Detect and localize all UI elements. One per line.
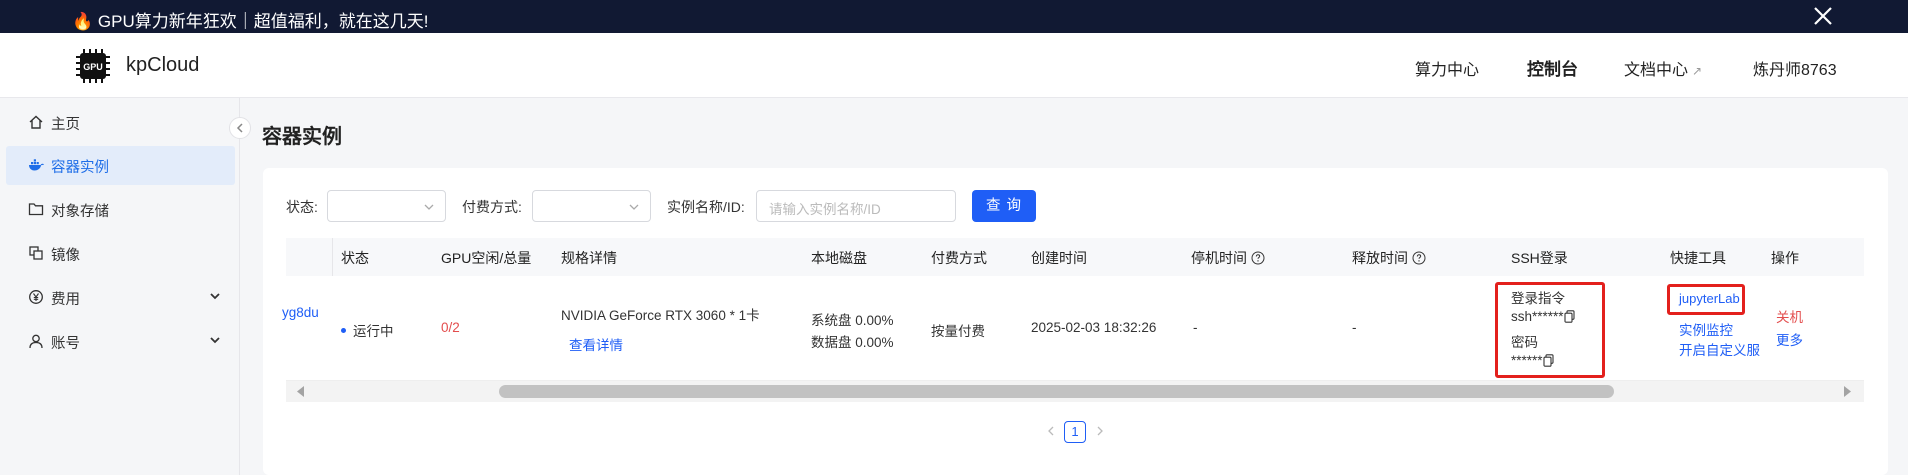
system-disk-usage: 系统盘 0.00% bbox=[811, 313, 894, 328]
name-filter-label: 实例名称/ID: bbox=[667, 199, 745, 215]
home-icon bbox=[29, 115, 43, 129]
ssh-password-label: 密码 bbox=[1511, 335, 1538, 350]
custom-service-link[interactable]: 开启自定义服 bbox=[1679, 339, 1760, 359]
created-time-cell: 2025-02-03 18:32:26 bbox=[1031, 320, 1157, 335]
sidebar-item-label: 对象存储 bbox=[51, 204, 109, 220]
ssh-command-text: ssh****** bbox=[1511, 309, 1564, 324]
sidebar-item-account[interactable]: 账号 bbox=[6, 322, 235, 361]
nav-docs[interactable]: 文档中心 ↗ bbox=[1624, 56, 1702, 80]
stop-time-cell: - bbox=[1193, 320, 1198, 335]
table-header: 状态 GPU空闲/总量 规格详情 本地磁盘 付费方式 创建时间 停机时间 释放时… bbox=[286, 238, 1864, 276]
prev-page-icon[interactable] bbox=[1045, 424, 1057, 438]
yen-icon bbox=[29, 290, 43, 304]
column-header: 付费方式 bbox=[931, 250, 987, 266]
ssh-password-text: ****** bbox=[1511, 353, 1543, 368]
help-circle-icon[interactable] bbox=[1251, 251, 1265, 265]
chevron-down-icon bbox=[629, 204, 639, 210]
more-link[interactable]: 更多 bbox=[1776, 329, 1803, 349]
top-header: GPU kpCloud 算力中心 控制台 文档中心 ↗ 炼丹师8763 bbox=[0, 33, 1908, 98]
instance-monitor-link[interactable]: 实例监控 bbox=[1679, 319, 1733, 339]
sidebar-item-label: 镜像 bbox=[51, 248, 80, 264]
ssh-command-value: ssh****** bbox=[1511, 309, 1575, 324]
sidebar-item-billing[interactable]: 费用 bbox=[6, 278, 235, 317]
nav-compute-center[interactable]: 算力中心 bbox=[1415, 56, 1479, 80]
status-cell: 运行中 bbox=[341, 320, 394, 340]
table-horizontal-scrollbar[interactable] bbox=[286, 381, 1864, 402]
sidebar-item-label: 账号 bbox=[51, 336, 80, 352]
chevron-down-icon bbox=[424, 204, 434, 210]
jupyterlab-link[interactable]: jupyterLab bbox=[1679, 291, 1740, 306]
sidebar-item-label: 主页 bbox=[51, 117, 80, 133]
column-header: 状态 bbox=[341, 250, 369, 266]
shutdown-link[interactable]: 关机 bbox=[1776, 306, 1803, 326]
ssh-command-label: 登录指令 bbox=[1511, 291, 1565, 306]
scroll-right-arrow-icon[interactable] bbox=[1842, 386, 1852, 397]
status-select[interactable] bbox=[327, 190, 446, 222]
column-header: 创建时间 bbox=[1031, 250, 1087, 266]
column-header-label: 停机时间 bbox=[1191, 250, 1247, 266]
help-circle-icon[interactable] bbox=[1412, 251, 1426, 265]
page-title: 容器实例 bbox=[262, 126, 342, 148]
column-header: SSH登录 bbox=[1511, 250, 1568, 266]
page-number-current[interactable]: 1 bbox=[1064, 421, 1086, 443]
column-header-stop-time: 停机时间 bbox=[1191, 248, 1265, 268]
container-icon bbox=[29, 159, 44, 171]
folder-icon bbox=[28, 203, 44, 216]
column-divider bbox=[332, 238, 333, 276]
scrollbar-thumb[interactable] bbox=[499, 385, 1614, 398]
logo-text: GPU bbox=[83, 62, 103, 72]
copy-icon[interactable] bbox=[1542, 354, 1554, 367]
brand-name[interactable]: kpCloud bbox=[126, 54, 199, 77]
column-header-release-time: 释放时间 bbox=[1352, 248, 1426, 268]
promo-banner: 🔥 GPU算力新年狂欢｜超值福利，就在这几天! bbox=[0, 0, 1908, 33]
column-header-label: 释放时间 bbox=[1352, 250, 1408, 266]
column-header: 本地磁盘 bbox=[811, 250, 867, 266]
next-page-icon[interactable] bbox=[1094, 424, 1106, 438]
sidebar-item-label: 容器实例 bbox=[51, 160, 109, 176]
close-icon[interactable] bbox=[1810, 3, 1836, 29]
gpu-chip-logo-icon[interactable]: GPU bbox=[74, 47, 112, 85]
external-link-icon: ↗ bbox=[1692, 64, 1703, 78]
user-icon bbox=[29, 334, 43, 349]
query-button[interactable]: 查 询 bbox=[972, 190, 1036, 222]
nav-console[interactable]: 控制台 bbox=[1527, 55, 1578, 80]
image-icon bbox=[29, 246, 43, 260]
chevron-down-icon bbox=[210, 293, 220, 300]
nav-user-account[interactable]: 炼丹师8763 bbox=[1753, 56, 1837, 80]
status-dot bbox=[341, 328, 346, 333]
column-header: GPU空闲/总量 bbox=[441, 250, 532, 266]
view-details-link[interactable]: 查看详情 bbox=[569, 334, 623, 354]
instance-id-link[interactable]: yg8du bbox=[282, 305, 319, 320]
column-header: 规格详情 bbox=[561, 250, 617, 266]
billing-filter-label: 付费方式: bbox=[462, 199, 522, 215]
copy-icon[interactable] bbox=[1563, 310, 1575, 323]
sidebar-item-containers[interactable]: 容器实例 bbox=[6, 146, 235, 185]
spec-text: NVIDIA GeForce RTX 3060 * 1卡 bbox=[561, 308, 760, 323]
column-header: 操作 bbox=[1771, 250, 1799, 266]
chevron-down-icon bbox=[210, 337, 220, 344]
chevron-left-icon bbox=[236, 123, 243, 133]
instance-name-input[interactable]: 请输入实例名称/ID bbox=[756, 190, 956, 222]
status-filter-label: 状态: bbox=[286, 199, 318, 215]
sidebar-item-label: 费用 bbox=[51, 292, 80, 308]
billing-cell: 按量付费 bbox=[931, 324, 985, 339]
sidebar-item-object-storage[interactable]: 对象存储 bbox=[6, 190, 235, 229]
sidebar-collapse-button[interactable] bbox=[229, 117, 251, 139]
billing-select[interactable] bbox=[532, 190, 651, 222]
scroll-left-arrow-icon[interactable] bbox=[296, 386, 306, 397]
status-text: 运行中 bbox=[353, 324, 394, 339]
table-row: yg8du 运行中 0/2 NVIDIA GeForce RTX 3060 * … bbox=[282, 276, 1864, 381]
ssh-password-value: ****** bbox=[1511, 353, 1554, 368]
column-header: 快捷工具 bbox=[1670, 250, 1726, 266]
sidebar-item-images[interactable]: 镜像 bbox=[6, 234, 235, 273]
nav-docs-label: 文档中心 bbox=[1624, 62, 1689, 79]
release-time-cell: - bbox=[1352, 320, 1357, 335]
gpu-usage-cell: 0/2 bbox=[441, 320, 460, 335]
promo-text: 🔥 GPU算力新年狂欢｜超值福利，就在这几天! bbox=[72, 12, 429, 31]
data-disk-usage: 数据盘 0.00% bbox=[811, 335, 894, 350]
sidebar-item-home[interactable]: 主页 bbox=[6, 103, 235, 142]
